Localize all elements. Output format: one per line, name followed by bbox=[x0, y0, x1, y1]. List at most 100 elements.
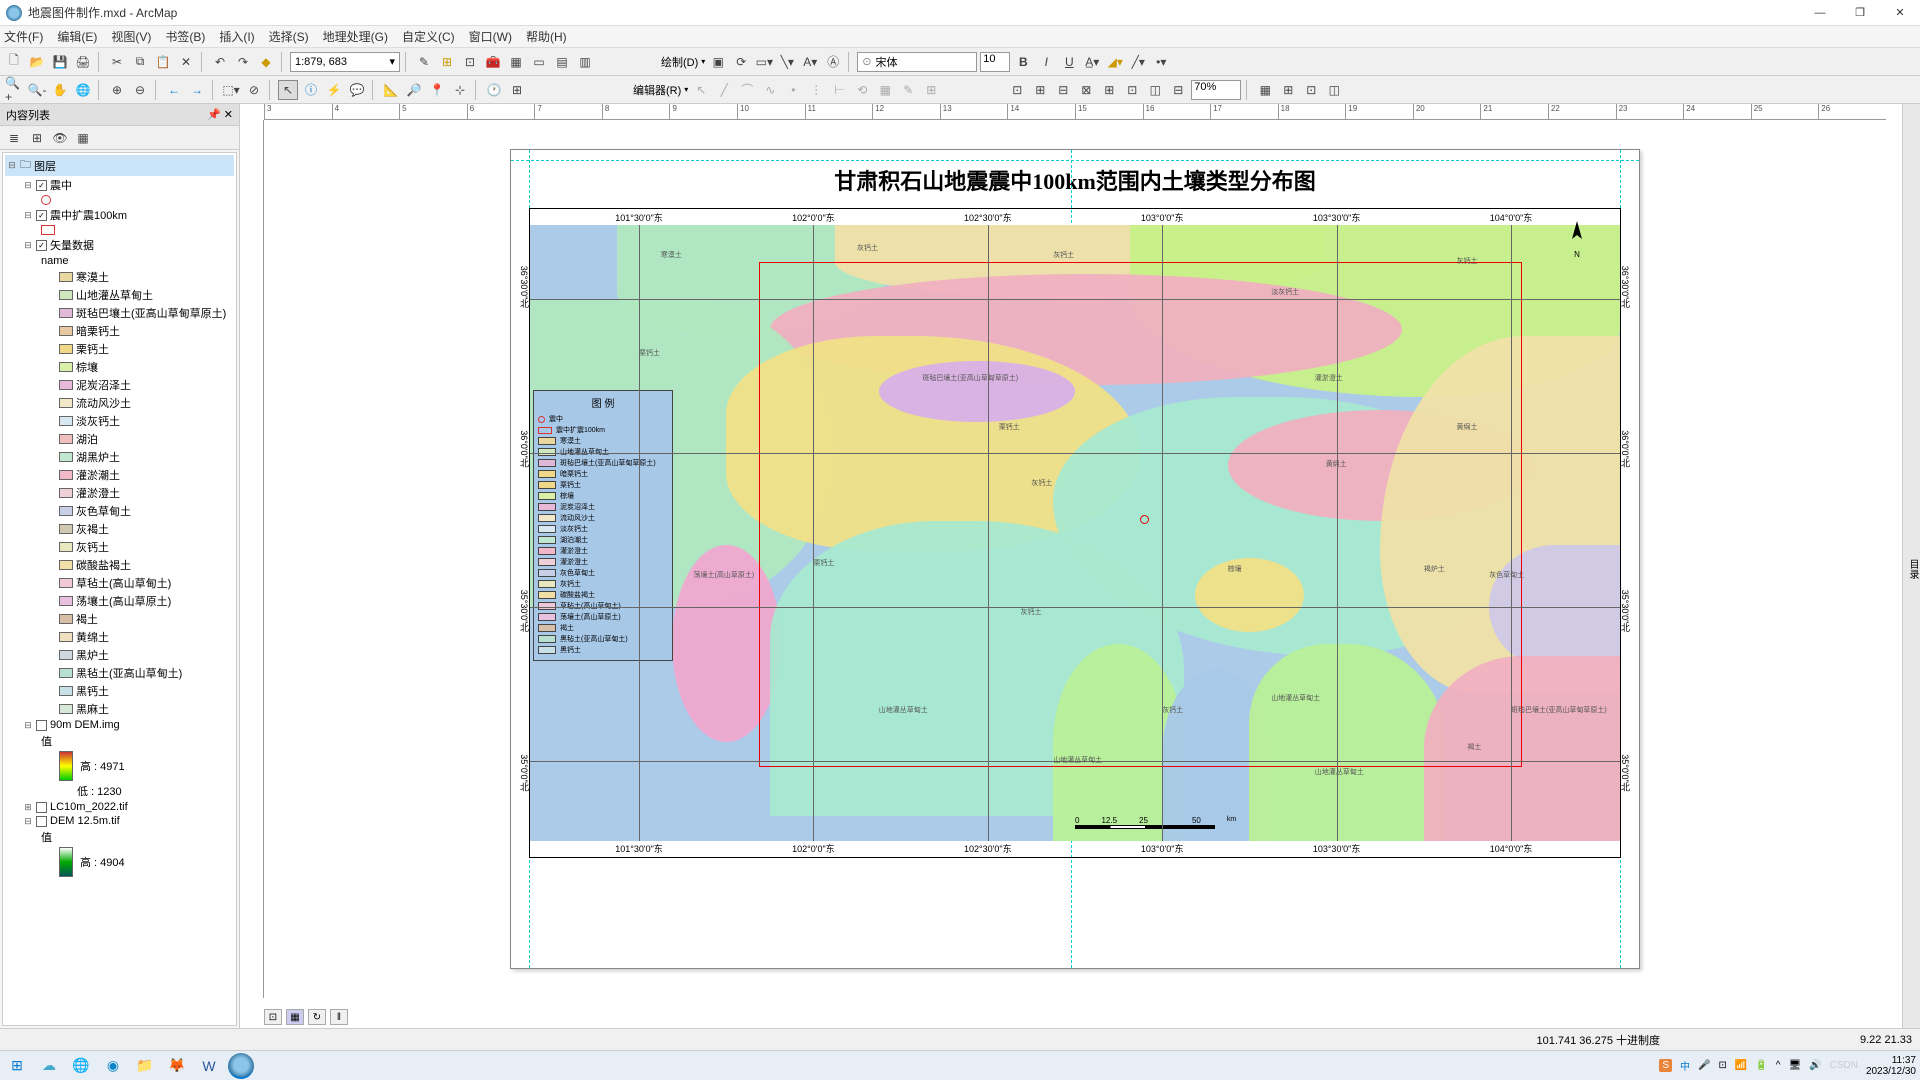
soil-item[interactable]: 灰钙土 bbox=[5, 538, 234, 556]
font-color-icon[interactable]: A̲▾ bbox=[1082, 52, 1102, 72]
menu-edit[interactable]: 编辑(E) bbox=[57, 28, 97, 45]
python-icon[interactable]: ▦ bbox=[506, 52, 526, 72]
tray-battery-icon[interactable]: 🔋 bbox=[1755, 1060, 1767, 1071]
soil-item[interactable]: 荡壤土(高山草原土) bbox=[5, 592, 234, 610]
tray-bt-icon[interactable]: ⊡ bbox=[1718, 1060, 1726, 1071]
add-data-icon[interactable]: ◆ bbox=[256, 52, 276, 72]
ed-arc-icon[interactable]: ⌒ bbox=[737, 80, 757, 100]
copy-icon[interactable]: ⧉ bbox=[130, 52, 150, 72]
identify-icon[interactable]: ⓘ bbox=[301, 80, 321, 100]
toc-drawing-order-icon[interactable]: ≣ bbox=[4, 128, 24, 148]
font-size-input[interactable]: 10 bbox=[980, 52, 1010, 72]
bold-icon[interactable]: B bbox=[1013, 52, 1033, 72]
soil-item[interactable]: 流动风沙土 bbox=[5, 394, 234, 412]
georef-3-icon[interactable]: ⊟ bbox=[1053, 80, 1073, 100]
editor-label[interactable]: 编辑器(R) bbox=[633, 82, 681, 98]
select-features-icon[interactable]: ⬚▾ bbox=[221, 80, 241, 100]
ed-sketch-icon[interactable]: ✎ bbox=[898, 80, 918, 100]
create-viewer-icon[interactable]: ⊞ bbox=[507, 80, 527, 100]
maximize-button[interactable]: ❐ bbox=[1846, 3, 1874, 23]
pointer-icon[interactable]: ↖ bbox=[278, 80, 298, 100]
fill-color-icon[interactable]: ◢▾ bbox=[1105, 52, 1125, 72]
layer-lc10[interactable]: ⊞LC10m_2022.tif bbox=[5, 800, 234, 814]
layout-4-icon[interactable]: ◫ bbox=[1324, 80, 1344, 100]
layout-3-icon[interactable]: ⊡ bbox=[1301, 80, 1321, 100]
toc-tree[interactable]: ⊟🗀图层 ⊟✓震中 ⊟✓震中扩震100km ⊟✓矢量数据 name 寒漠土山地灌… bbox=[2, 152, 237, 1026]
find-route-icon[interactable]: 📍 bbox=[427, 80, 447, 100]
task-arcmap-icon[interactable] bbox=[228, 1053, 254, 1079]
search-icon[interactable]: ⊡ bbox=[460, 52, 480, 72]
start-icon[interactable]: ⊞ bbox=[4, 1053, 30, 1079]
hyperlink-icon[interactable]: ⚡ bbox=[324, 80, 344, 100]
tree-root[interactable]: ⊟🗀图层 bbox=[5, 155, 234, 176]
menu-file[interactable]: 文件(F) bbox=[4, 28, 43, 45]
task-chrome-icon[interactable]: 🌐 bbox=[68, 1053, 94, 1079]
soil-item[interactable]: 淡灰钙土 bbox=[5, 412, 234, 430]
tray-vol-icon[interactable]: 🔊 bbox=[1809, 1060, 1821, 1071]
toc-source-icon[interactable]: ⊞ bbox=[27, 128, 47, 148]
soil-item[interactable]: 栗钙土 bbox=[5, 340, 234, 358]
menu-insert[interactable]: 插入(I) bbox=[219, 28, 254, 45]
rect-dropdown-icon[interactable]: ▭▾ bbox=[754, 52, 774, 72]
refresh-icon[interactable]: ↻ bbox=[308, 1009, 326, 1025]
marker-color-icon[interactable]: •▾ bbox=[1151, 52, 1171, 72]
soil-item[interactable]: 黑毡土(亚高山草甸土) bbox=[5, 664, 234, 682]
ed-pointer-icon[interactable]: ↖ bbox=[691, 80, 711, 100]
task-edge-icon[interactable]: ◉ bbox=[100, 1053, 126, 1079]
tray-wifi-icon[interactable]: 📶 bbox=[1735, 1060, 1747, 1071]
scale-input[interactable]: 1:879, 683▾ bbox=[290, 52, 400, 72]
soil-item[interactable]: 棕壤 bbox=[5, 358, 234, 376]
font-select[interactable]: ⊙宋体 bbox=[857, 52, 977, 72]
soil-item[interactable]: 灌淤潮土 bbox=[5, 466, 234, 484]
arctoolbox-icon[interactable]: 🧰 bbox=[483, 52, 503, 72]
select-element-icon[interactable]: ▣ bbox=[708, 52, 728, 72]
task-firefox-icon[interactable]: 🦊 bbox=[164, 1053, 190, 1079]
scalebar[interactable]: 012.52550km bbox=[1075, 816, 1236, 829]
menu-select[interactable]: 选择(S) bbox=[269, 28, 309, 45]
undo-icon[interactable]: ↶ bbox=[210, 52, 230, 72]
underline-icon[interactable]: U bbox=[1059, 52, 1079, 72]
catalog-tab[interactable]: 目录 bbox=[1902, 104, 1920, 1028]
task-cloud-icon[interactable]: ☁ bbox=[36, 1053, 62, 1079]
html-popup-icon[interactable]: 💬 bbox=[347, 80, 367, 100]
next-extent-icon[interactable]: → bbox=[187, 80, 207, 100]
full-extent-icon[interactable]: 🌐 bbox=[73, 80, 93, 100]
catalog-icon[interactable]: ⊞ bbox=[437, 52, 457, 72]
percent-input[interactable]: 70% bbox=[1191, 80, 1241, 100]
ed-point-icon[interactable]: • bbox=[783, 80, 803, 100]
tray-date[interactable]: 2023/12/30 bbox=[1866, 1066, 1916, 1077]
task-word-icon[interactable]: W bbox=[196, 1053, 222, 1079]
ed-create-icon[interactable]: ⊞ bbox=[921, 80, 941, 100]
go-to-xy-icon[interactable]: ⊹ bbox=[450, 80, 470, 100]
line-color-icon[interactable]: ╱▾ bbox=[1128, 52, 1148, 72]
layer-dem125[interactable]: ⊟DEM 12.5m.tif bbox=[5, 814, 234, 828]
soil-item[interactable]: 黑钙土 bbox=[5, 682, 234, 700]
soil-item[interactable]: 灰褐土 bbox=[5, 520, 234, 538]
rotate-icon[interactable]: ⟳ bbox=[731, 52, 751, 72]
north-arrow-icon[interactable]: N bbox=[1560, 219, 1594, 259]
map-title[interactable]: 甘肃积石山地震震中100km范围内土壤类型分布图 bbox=[511, 164, 1639, 196]
soil-item[interactable]: 黄绵土 bbox=[5, 628, 234, 646]
fixed-zoom-out-icon[interactable]: ⊖ bbox=[130, 80, 150, 100]
zoom-in-icon[interactable]: 🔍+ bbox=[4, 80, 24, 100]
soil-item[interactable]: 灰色草甸土 bbox=[5, 502, 234, 520]
clear-selection-icon[interactable]: ⊘ bbox=[244, 80, 264, 100]
menu-geoprocess[interactable]: 地理处理(G) bbox=[323, 28, 388, 45]
pause-icon[interactable]: ‖ bbox=[330, 1009, 348, 1025]
symbol-zhenzhong100[interactable] bbox=[5, 224, 234, 236]
soil-item[interactable]: 黑炉土 bbox=[5, 646, 234, 664]
soil-item[interactable]: 湖泊 bbox=[5, 430, 234, 448]
soil-item[interactable]: 碳酸盐褐土 bbox=[5, 556, 234, 574]
pan-icon[interactable]: ✋ bbox=[50, 80, 70, 100]
fixed-zoom-in-icon[interactable]: ⊕ bbox=[107, 80, 127, 100]
map-view[interactable]: 3456789101112131415161718192021222324252… bbox=[240, 104, 1902, 1028]
open-icon[interactable]: 📂 bbox=[27, 52, 47, 72]
time-slider-icon[interactable]: 🕐 bbox=[484, 80, 504, 100]
menu-custom[interactable]: 自定义(C) bbox=[402, 28, 455, 45]
legend-box[interactable]: 图 例 震中震中扩震100km寒漠土山地灌丛草甸土斑毡巴壤土(亚高山草甸草原土)… bbox=[533, 390, 673, 661]
soil-item[interactable]: 湖黑炉土 bbox=[5, 448, 234, 466]
draw-label[interactable]: 绘制(D) bbox=[661, 54, 698, 70]
toc-pin-icon[interactable]: 📌 bbox=[207, 109, 221, 121]
tray-time[interactable]: 11:37 bbox=[1866, 1055, 1916, 1066]
ed-split-icon[interactable]: ⊢ bbox=[829, 80, 849, 100]
